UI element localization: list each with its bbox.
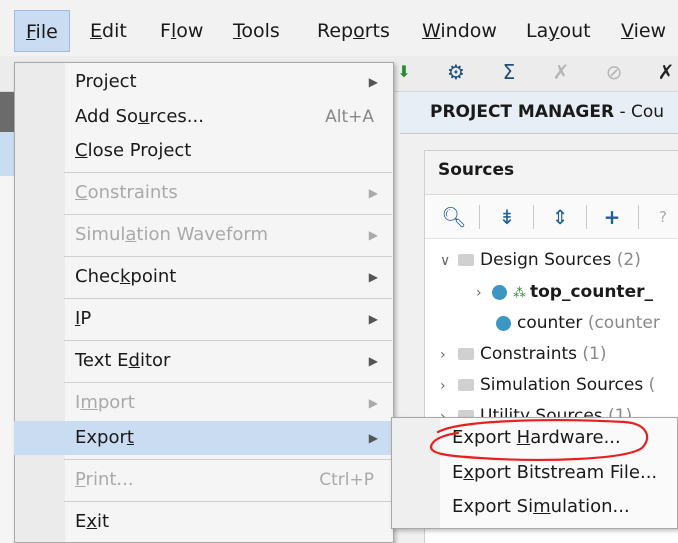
menu-item-label: Export (75, 427, 134, 448)
menu-item-label: Checkpoint (75, 266, 177, 287)
menu-divider (64, 340, 392, 341)
menu-divider (64, 501, 392, 502)
menu-bar: File Edit Flow Tools Reports Window Layo… (0, 0, 678, 62)
module-icon (496, 315, 511, 331)
gear-icon[interactable]: ⚙ (444, 58, 468, 86)
chevron-right-icon: › (440, 347, 446, 363)
menu-item-label: Simulation Waveform (75, 224, 268, 245)
tree-row-simulation-sources[interactable]: › Simulation Sources ( (440, 370, 655, 400)
folder-icon (458, 348, 474, 360)
export-bitstream-item[interactable]: Export Bitstream File... (452, 457, 657, 489)
toolbar-separator (479, 205, 480, 229)
expand-all-icon[interactable]: ⇕ (547, 203, 573, 231)
menu-divider (64, 256, 392, 257)
menu-item-text-editor[interactable]: Text Editor ▶ (14, 344, 394, 378)
sources-title: Sources (438, 160, 515, 180)
menu-reports[interactable]: Reports (317, 10, 390, 52)
menu-divider (64, 172, 392, 173)
shortcut-label: Ctrl+P (319, 470, 374, 490)
chevron-right-icon: › (476, 285, 482, 301)
menu-item-label: Constraints (75, 182, 178, 203)
tree-count: (counter (587, 313, 660, 333)
submenu-arrow-icon: ▶ (368, 186, 378, 200)
menu-item-project[interactable]: Project ▶ (14, 65, 394, 99)
search-icon[interactable]: 🔍︎ (441, 203, 467, 231)
menu-item-simulation-waveform[interactable]: Simulation Waveform ▶ (14, 218, 394, 252)
menu-layout[interactable]: Layout (526, 10, 591, 52)
menu-divider (64, 459, 392, 460)
chevron-down-icon: ∨ (440, 253, 451, 269)
menu-item-checkpoint[interactable]: Checkpoint ▶ (14, 260, 394, 294)
menu-item-label: Exit (75, 511, 110, 532)
folder-icon (458, 254, 474, 266)
menu-item-label: Close Project (75, 140, 192, 161)
tree-row-counter[interactable]: counter (counter (496, 308, 660, 338)
chevron-right-icon: › (440, 378, 446, 394)
tree-label: Simulation Sources (480, 375, 644, 395)
menu-item-label: Add Sources... (75, 106, 204, 127)
export-hardware-item[interactable]: Export Hardware... (452, 422, 621, 454)
disabled-tool-icon[interactable]: ✗ (549, 58, 573, 86)
left-pane-header (0, 92, 14, 132)
disabled-pen-icon[interactable]: ⊘ (602, 58, 626, 86)
menu-divider (64, 214, 392, 215)
tree-count: ( (648, 375, 656, 395)
export-simulation-item[interactable]: Export Simulation... (452, 491, 630, 523)
toolbar-separator (533, 205, 534, 229)
menu-item-add-sources[interactable]: Add Sources... Alt+A (14, 100, 394, 134)
submenu-arrow-icon: ▶ (368, 354, 378, 368)
menu-item-ip[interactable]: IP ▶ (14, 302, 394, 336)
tree-label: counter (517, 313, 583, 333)
submenu-arrow-icon: ▶ (368, 228, 378, 242)
menu-flow[interactable]: Flow (160, 10, 203, 52)
submenu-arrow-icon: ▶ (368, 270, 378, 284)
tree-row-top-counter[interactable]: › ⁂ top_counter_ (476, 277, 653, 307)
submenu-arrow-icon: ▶ (368, 431, 378, 445)
tree-label: Constraints (480, 344, 577, 364)
submenu-arrow-icon: ▶ (368, 396, 378, 410)
menu-item-label: Import (75, 392, 135, 413)
menu-divider (64, 382, 392, 383)
menu-item-exit[interactable]: Exit (14, 505, 394, 539)
tree-label: top_counter_ (530, 282, 653, 302)
menu-item-label: IP (75, 308, 92, 329)
submenu-arrow-icon: ▶ (368, 75, 378, 89)
tree-row-design-sources[interactable]: ∨ Design Sources (2) (440, 245, 641, 275)
sigma-icon[interactable]: Σ (497, 58, 521, 86)
menu-tools[interactable]: Tools (233, 10, 280, 52)
left-pane-selected-row (0, 132, 14, 176)
menu-divider (64, 298, 392, 299)
menu-window[interactable]: Window (422, 10, 497, 52)
folder-icon (458, 379, 474, 391)
download-bitstream-icon[interactable]: ⬇ (392, 58, 416, 86)
menu-item-constraints[interactable]: Constraints ▶ (14, 176, 394, 210)
menu-file[interactable]: File (14, 10, 70, 52)
tree-row-constraints[interactable]: › Constraints (1) (440, 339, 607, 369)
toolbar-separator (638, 205, 639, 229)
collapse-all-icon[interactable]: ⇟ (494, 203, 520, 231)
tree-count: (1) (582, 344, 607, 364)
menu-view[interactable]: View (621, 10, 666, 52)
tree-label: Design Sources (480, 250, 612, 270)
tree-count: (2) (616, 250, 641, 270)
menu-item-label: Project (75, 71, 137, 92)
menu-item-import[interactable]: Import ▶ (14, 386, 394, 420)
submenu-arrow-icon: ▶ (368, 312, 378, 326)
menu-item-export[interactable]: Export ▶ (14, 421, 394, 455)
cross-tool-icon[interactable]: ✗ (654, 58, 678, 86)
menu-item-label: Print... (75, 469, 134, 490)
add-icon[interactable]: + (599, 203, 625, 231)
left-pane (0, 176, 14, 543)
menu-icon-gutter (392, 418, 440, 528)
toolbar-separator (586, 205, 587, 229)
hierarchy-icon: ⁂ (513, 286, 526, 301)
help-icon[interactable]: ? (650, 203, 676, 231)
shortcut-label: Alt+A (325, 107, 374, 127)
module-icon (492, 284, 507, 300)
project-manager-title: PROJECT MANAGER - Cou (430, 102, 665, 122)
menu-edit[interactable]: Edit (90, 10, 127, 52)
menu-item-label: Text Editor (75, 350, 171, 371)
menu-item-close-project[interactable]: Close Project (14, 134, 394, 168)
menu-item-print[interactable]: Print... Ctrl+P (14, 463, 394, 497)
